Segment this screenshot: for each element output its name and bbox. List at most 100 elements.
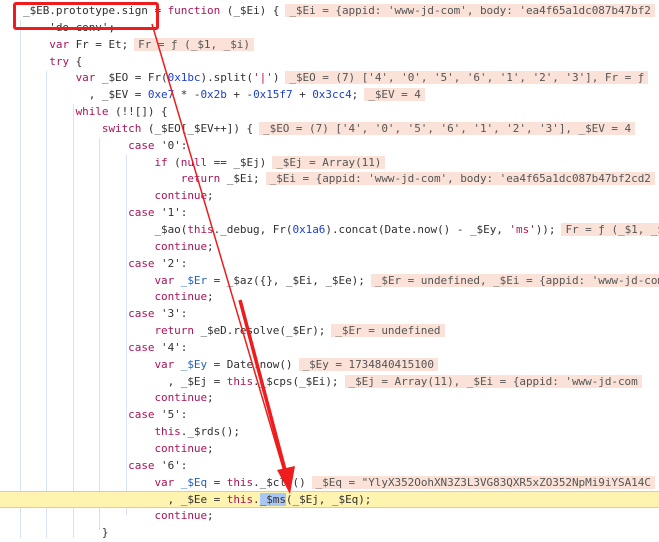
code-line[interactable]: var _$Er = _$az({}, _$Ei, _$Ee); _$Er = u… (0, 273, 659, 290)
selected-token: _$ms (259, 493, 286, 507)
code-token: var (154, 475, 175, 489)
code-token: 0x3cc4 (312, 88, 352, 102)
code-token: * - (174, 88, 201, 102)
code-line[interactable]: case '2': (0, 256, 659, 273)
code-token: + (292, 88, 313, 102)
code-line[interactable]: continue; (0, 239, 659, 256)
inline-value-preview[interactable]: _$Eq = "YlyX352OohXN3Z3L3VG83QXR5xZO352N… (311, 475, 655, 489)
code-line[interactable]: continue; (0, 289, 659, 306)
code-line[interactable]: switch (_$EO[_$EV++]) {_$EO = (7) ['4', … (0, 121, 659, 138)
code-line[interactable]: while (!![]) { (0, 104, 659, 121)
code-line[interactable]: this._$rds(); (0, 424, 659, 441)
code-token: 0x2b (200, 88, 227, 102)
inline-value-preview[interactable]: _$EV = 4 (364, 88, 425, 102)
code-line[interactable]: case '3': (0, 306, 659, 323)
code-token: '2': (154, 256, 188, 270)
inline-value-preview[interactable]: _$EO = (7) ['4', '0', '5', '6', '1', '2'… (259, 121, 636, 135)
code-token: try (49, 54, 70, 68)
code-line[interactable]: if (null == _$Ej) _$Ej = Array(11) (0, 155, 659, 172)
code-line[interactable]: return _$eD.resolve(_$Er); _$Er = undefin… (0, 323, 659, 340)
inline-value-preview[interactable]: _$Er = undefined, _$Ei = {appid: 'www-jd… (370, 273, 659, 287)
code-token: var (49, 37, 70, 51)
code-line[interactable]: return _$Ei; _$Ei = {appid: 'www-jd-com',… (0, 171, 659, 188)
code-token: case (128, 256, 155, 270)
code-line[interactable]: case '5': (0, 407, 659, 424)
code-token: continue (154, 391, 208, 405)
code-token: _$ao( (23, 222, 188, 236)
code-token: _$Ei; (220, 172, 260, 186)
code-line[interactable]: var Fr = Et; Fr = ƒ (_$1, _$i) (0, 37, 659, 54)
code-token: , _$Ee = (23, 493, 227, 507)
code-token: continue (154, 189, 208, 203)
code-token: continue (154, 290, 208, 304)
code-token: + - (226, 88, 254, 102)
code-line[interactable]: continue; (0, 441, 659, 458)
code-line[interactable]: case '4': (0, 340, 659, 357)
code-token: 0xe7 (147, 88, 175, 102)
inline-value-preview[interactable]: Fr = ƒ (_$1, _$i) (561, 222, 659, 236)
code-token: (_$Ei) { (220, 4, 280, 17)
source-code-editor[interactable]: _$EB.prototype.sign = function (_$Ei) {_… (0, 3, 659, 542)
code-token: '|' (253, 71, 273, 85)
inline-value-preview[interactable]: _$Ei = {appid: 'www-jd-com', body: 'ea4f… (265, 172, 655, 186)
code-token: this (226, 493, 254, 507)
inline-value-preview[interactable]: _$Ej = Array(11), _$Ei = {appid: 'www-jd… (344, 374, 642, 388)
inline-value-preview[interactable]: _$Ei = {appid: 'www-jd-com', body: 'ea4f… (285, 4, 655, 17)
code-token: ._$clt() (253, 475, 306, 489)
code-token: 0x1bc (167, 71, 201, 85)
code-line[interactable]: case '0': (0, 138, 659, 155)
code-line[interactable]: , _$Ej = this._$cps(_$Ei); _$Ej = Array(1… (0, 374, 659, 391)
code-line[interactable]: continue; (0, 390, 659, 407)
code-line[interactable]: var _$EO = Fr(0x1bc).split('|') _$EO = (7… (0, 70, 659, 87)
code-token: while (75, 105, 109, 119)
code-line[interactable]: case '6': (0, 458, 659, 475)
code-token: Fr = Et; (69, 37, 129, 51)
code-token: if (154, 155, 168, 169)
code-token: this (187, 222, 214, 236)
code-token: this (154, 425, 181, 439)
inline-value-preview[interactable]: _$Ej = Array(11) (272, 155, 386, 169)
inline-value-preview[interactable]: _$Ey = 1734840415100 (298, 357, 438, 371)
code-line[interactable]: , _$EV = 0xe7 * -0x2b + -0x15f7 + 0x3cc4… (0, 87, 659, 104)
code-line[interactable]: try { (0, 54, 659, 71)
code-token: _$Eq (180, 475, 208, 489)
code-token: _$Er (180, 273, 208, 287)
code-token: var (154, 357, 175, 371)
inline-value-preview[interactable]: _$Er = undefined (331, 324, 445, 338)
code-line[interactable]: } (0, 525, 659, 542)
inline-value-preview[interactable]: Fr = ƒ (_$1, _$i) (134, 37, 254, 51)
code-line[interactable]: _$ao(this._debug, Fr(0x1a6).concat(Date.… (0, 222, 659, 239)
code-token: case (128, 408, 155, 422)
code-token: ; (207, 509, 214, 523)
code-token: _$Ey (180, 357, 208, 371)
code-token: case (128, 138, 155, 152)
code-line[interactable]: var _$Ey = Date.now() _$Ey = 173484041510… (0, 357, 659, 374)
code-line[interactable]: case '1': (0, 205, 659, 222)
code-token: ).split( (200, 71, 254, 85)
code-token: = _$az({}, _$Ei, _$Ee); (207, 273, 365, 287)
code-line[interactable]: continue; (0, 188, 659, 205)
code-token: ._$cps(_$Ei); (253, 374, 339, 388)
code-token: '5': (154, 408, 188, 422)
code-line[interactable]: continue; (0, 508, 659, 525)
code-token: . (253, 493, 260, 507)
code-token: _$eD.resolve(_$Er); (193, 324, 326, 338)
inline-value-preview[interactable]: _$EO = (7) ['4', '0', '5', '6', '1', '2'… (285, 71, 649, 85)
code-line-paused[interactable]: , _$Ee = this._$ms(_$Ej, _$Eq); (0, 491, 659, 509)
code-line[interactable]: var _$Eq = this._$clt() _$Eq = "YlyX352Oo… (0, 475, 659, 492)
